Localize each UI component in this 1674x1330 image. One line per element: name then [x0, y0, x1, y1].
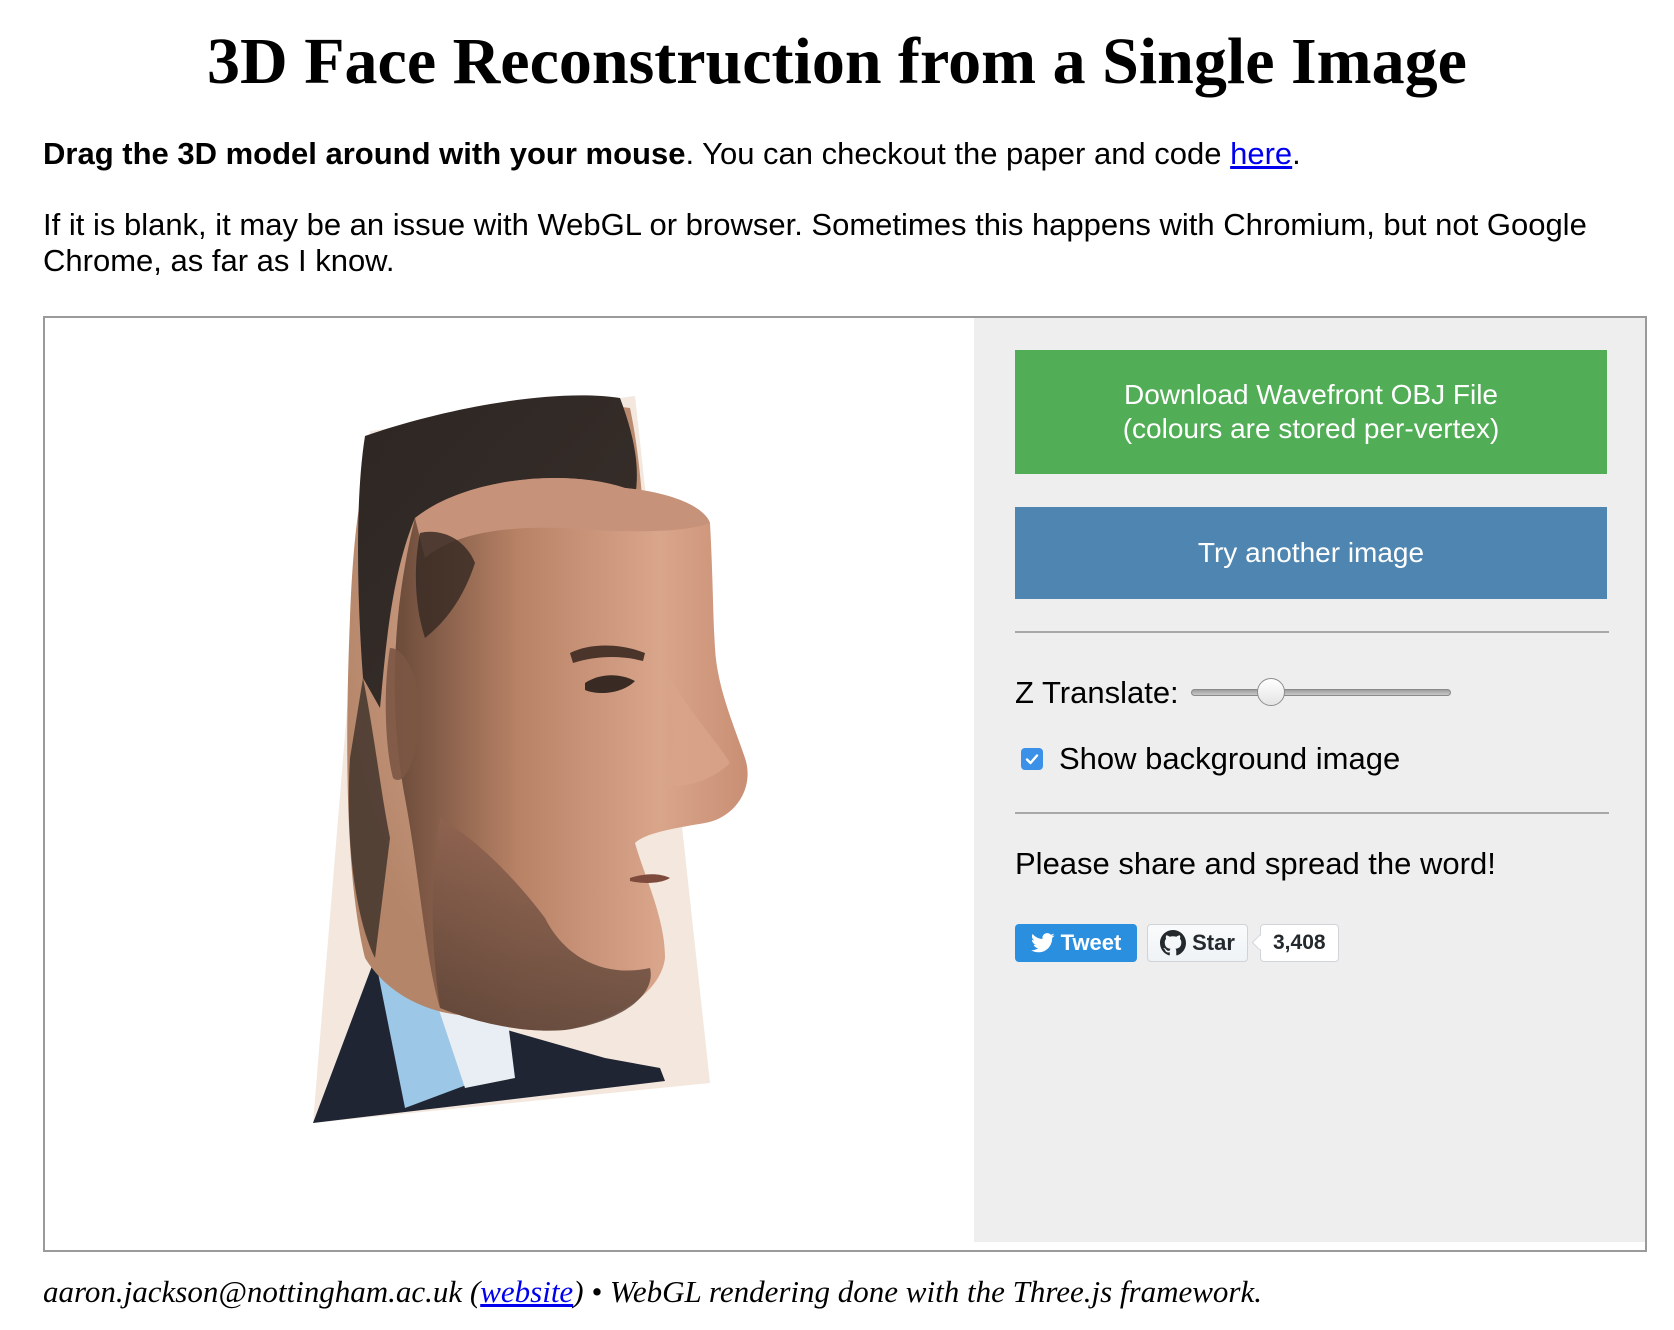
- download-label-line2: (colours are stored per-vertex): [1122, 413, 1500, 444]
- intro-body: . You can checkout the paper and code: [685, 136, 1231, 171]
- show-background-checkbox[interactable]: [1021, 748, 1043, 770]
- star-count-badge[interactable]: 3,408: [1260, 924, 1339, 962]
- share-text: Please share and spread the word!: [1015, 846, 1496, 881]
- intro-period: .: [1292, 136, 1301, 171]
- social-buttons: Tweet Star 3,408: [1015, 923, 1339, 963]
- show-background-row[interactable]: Show background image: [1015, 736, 1400, 782]
- footer-email: aaron.jackson@nottingham.ac.uk (: [43, 1274, 481, 1309]
- z-translate-slider[interactable]: [1190, 678, 1451, 708]
- github-star-button[interactable]: Star: [1147, 924, 1248, 962]
- tweet-button[interactable]: Tweet: [1015, 924, 1137, 962]
- try-another-label: Try another image: [1197, 537, 1425, 568]
- download-obj-button[interactable]: Download Wavefront OBJ File (colours are…: [1015, 350, 1607, 474]
- website-link[interactable]: website: [480, 1274, 573, 1309]
- z-translate-label: Z Translate:: [1015, 675, 1179, 710]
- checkmark-icon: [1025, 754, 1039, 765]
- viewer-frame: Download Wavefront OBJ File (colours are…: [43, 316, 1647, 1252]
- show-background-label: Show background image: [1059, 741, 1401, 776]
- intro-bold-instruction: Drag the 3D model around with your mouse: [43, 136, 686, 171]
- intro-text: Drag the 3D model around with your mouse…: [43, 136, 1643, 172]
- face-model-render: [313, 395, 748, 1123]
- try-another-image-button[interactable]: Try another image: [1015, 507, 1607, 599]
- webgl-note: If it is blank, it may be an issue with …: [43, 207, 1587, 278]
- github-icon: [1160, 930, 1187, 956]
- tweet-label: Tweet: [1060, 930, 1122, 955]
- star-label: Star: [1192, 930, 1235, 955]
- controls-panel: Download Wavefront OBJ File (colours are…: [974, 318, 1645, 1242]
- z-translate-row: Z Translate:: [1015, 668, 1451, 718]
- page-title: 3D Face Reconstruction from a Single Ima…: [207, 25, 1467, 98]
- slider-thumb[interactable]: [1257, 678, 1286, 706]
- 3d-model-canvas[interactable]: [45, 318, 974, 1250]
- footer-credits: ) • WebGL rendering done with the Three.…: [573, 1274, 1262, 1309]
- slider-track: [1190, 689, 1451, 696]
- divider: [1015, 631, 1609, 633]
- download-label-line1: Download Wavefront OBJ File: [1124, 379, 1498, 410]
- paper-code-link[interactable]: here: [1230, 136, 1292, 171]
- footer: aaron.jackson@nottingham.ac.uk (website)…: [43, 1272, 1262, 1312]
- divider: [1015, 812, 1609, 814]
- twitter-bird-icon: [1030, 933, 1055, 953]
